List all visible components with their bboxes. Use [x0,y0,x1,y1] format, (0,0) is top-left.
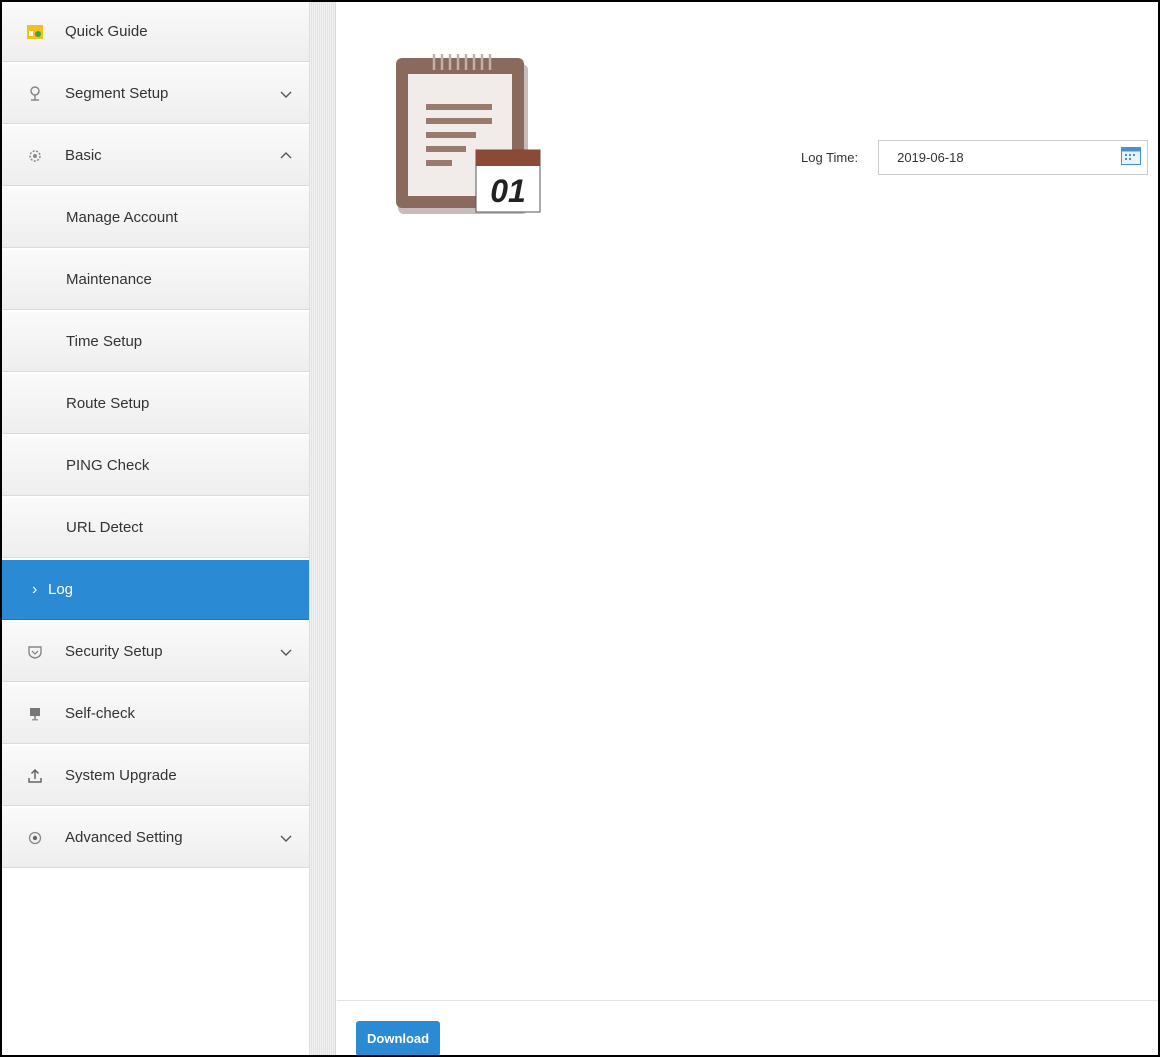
shield-icon [25,642,45,662]
log-time-label: Log Time: [801,150,859,165]
sidebar-item-label: Segment Setup [65,85,169,102]
sidebar-item-label: System Upgrade [65,767,177,784]
sidebar-item-label: Log [48,581,74,598]
sidebar-item-label: Security Setup [65,643,163,660]
sidebar-item-url-detect[interactable]: URL Detect [2,498,309,558]
quick-guide-icon [25,22,45,42]
sidebar-item-label: PING Check [66,457,150,474]
gear-icon [25,146,45,166]
footer-bar: Download [337,1000,1158,1055]
log-time-date-input[interactable]: 2019-06-18 [878,140,1149,175]
monitor-icon [25,704,45,724]
sidebar-item-ping-check[interactable]: PING Check [2,436,309,496]
chevron-up-icon [280,151,292,158]
sidebar-item-security-setup[interactable]: Security Setup [2,622,309,682]
sidebar-item-label: Time Setup [66,333,143,350]
sidebar-item-time-setup[interactable]: Time Setup [2,312,309,372]
sidebar-item-self-check[interactable]: Self-check [2,684,309,744]
log-time-row: Log Time: 2019-06-18 [801,140,1149,175]
sidebar-item-label: Quick Guide [65,23,148,40]
sidebar-item-route-setup[interactable]: Route Setup [2,374,309,434]
upload-icon [25,766,45,786]
sidebar-item-label: URL Detect [66,519,143,536]
calendar-icon[interactable] [1121,147,1142,168]
sidebar-item-label: Manage Account [66,209,178,226]
log-time-value: 2019-06-18 [897,150,964,165]
sidebar: Quick Guide Segment Setup Basic Manage A… [2,2,310,1055]
chevron-down-icon [280,835,292,842]
chevron-down-icon [280,649,292,656]
sidebar-item-label: Maintenance [66,271,152,288]
chevron-down-icon [280,91,292,98]
log-notepad-icon: 01 [394,50,544,216]
sidebar-item-label: Route Setup [66,395,150,412]
sidebar-item-maintenance[interactable]: Maintenance [2,250,309,310]
target-icon [25,828,45,848]
sidebar-item-segment-setup[interactable]: Segment Setup [2,64,309,124]
sidebar-item-system-upgrade[interactable]: System Upgrade [2,746,309,806]
download-button[interactable]: Download [356,1021,441,1055]
sidebar-item-manage-account[interactable]: Manage Account [2,188,309,248]
sidebar-item-label: Basic [65,147,102,164]
sidebar-item-label: Advanced Setting [65,829,183,846]
sidebar-item-quick-guide[interactable]: Quick Guide [2,2,309,62]
main-content: 01 Log Time: 2019-06-18 Download [337,2,1158,1055]
sidebar-item-advanced-setting[interactable]: Advanced Setting [2,808,309,868]
sidebar-item-log[interactable]: › Log [2,560,309,620]
segment-icon [25,84,45,104]
chevron-right-icon: › [32,580,38,598]
sidebar-item-label: Self-check [65,705,136,722]
notepad-number: 01 [490,173,526,209]
sidebar-item-basic[interactable]: Basic [2,126,309,186]
sidebar-splitter[interactable] [310,2,336,1055]
app-frame: Quick Guide Segment Setup Basic Manage A… [0,0,1160,1057]
